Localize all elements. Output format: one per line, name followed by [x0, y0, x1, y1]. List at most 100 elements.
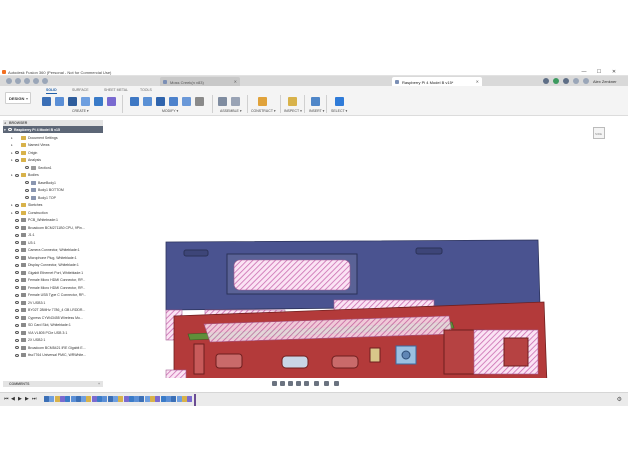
add-comment-icon[interactable]: + — [98, 382, 100, 386]
new-tab-icon[interactable] — [543, 77, 549, 84]
tab-solid[interactable]: SOLID — [46, 88, 57, 94]
visibility-eye-icon[interactable] — [25, 181, 29, 184]
new-joint-icon[interactable] — [218, 97, 227, 106]
inspect-menu[interactable]: INSPECT ▾ — [284, 109, 302, 113]
viewports-icon[interactable] — [334, 381, 339, 386]
timeline-feature-icon[interactable] — [171, 396, 177, 402]
browser-tree-item[interactable]: ▸ Named Views — [3, 142, 103, 150]
construct-menu[interactable]: CONSTRUCT ▾ — [251, 109, 276, 113]
shell-icon[interactable] — [169, 97, 178, 106]
timeline-feature-icon[interactable] — [102, 396, 108, 402]
browser-tree-item[interactable]: Female Micro HDMI Connector, RP... — [3, 277, 103, 285]
new-component-icon[interactable] — [42, 97, 51, 106]
help-icon[interactable] — [583, 77, 589, 84]
browser-tree-item[interactable]: BaseBody1 — [3, 179, 103, 187]
undo-icon[interactable] — [33, 77, 39, 84]
browser-tree-item[interactable]: Broadcom BCM5421 IRE Gigabit E... — [3, 344, 103, 352]
visibility-eye-icon[interactable] — [15, 286, 19, 289]
browser-tree-item[interactable]: SD Card Slot, Whiteblade:1 — [3, 322, 103, 330]
timeline-feature-icon[interactable] — [181, 396, 187, 402]
3d-viewport[interactable] — [104, 120, 618, 408]
timeline-feature-icon[interactable] — [176, 396, 182, 402]
look-at-icon[interactable] — [280, 381, 285, 386]
browser-tree-item[interactable]: Body1 TOP — [3, 194, 103, 202]
insert-menu[interactable]: INSERT ▾ — [309, 109, 324, 113]
skip-back-icon[interactable]: ⏮ — [4, 397, 9, 402]
timeline-marker[interactable] — [194, 394, 196, 406]
zoom-icon[interactable] — [296, 381, 301, 386]
browser-root-item[interactable]: ▾ Raspberry Pi 4 Model B v15 — [3, 126, 103, 133]
visibility-eye-icon[interactable] — [15, 271, 19, 274]
timeline-feature-icon[interactable] — [118, 396, 124, 402]
timeline-feature-icon[interactable] — [165, 396, 171, 402]
browser-tree-item[interactable]: Gigabit Ethernet Port, Whiteblade:1 — [3, 269, 103, 277]
browser-tree-item[interactable]: Female Micro HDMI Connector, RP... — [3, 284, 103, 292]
browser-tree-item[interactable]: J1:1 — [3, 232, 103, 240]
visibility-eye-icon[interactable] — [15, 158, 19, 162]
tab-moss-creek[interactable]: Moss Creek(n v83) ✕ — [160, 77, 240, 86]
display-settings-icon[interactable] — [314, 381, 319, 386]
visibility-eye-icon[interactable] — [15, 308, 19, 312]
timeline-feature-icon[interactable] — [97, 396, 102, 402]
timeline-feature-icon[interactable] — [160, 396, 166, 402]
visibility-eye-icon[interactable] — [8, 128, 12, 131]
tab-sheet-metal[interactable]: SHEET METAL — [104, 88, 128, 92]
expand-arrow-icon[interactable]: ▸ — [11, 143, 14, 147]
timeline-feature-icon[interactable] — [91, 396, 97, 402]
comments-panel[interactable]: COMMENTS + — [3, 381, 103, 387]
fit-icon[interactable] — [304, 381, 309, 386]
offset-plane-icon[interactable] — [258, 97, 267, 106]
expand-arrow-icon[interactable]: ▸ — [11, 136, 14, 140]
step-forward-icon[interactable]: ▶ — [25, 397, 29, 402]
press-pull-icon[interactable] — [130, 97, 139, 106]
timeline-feature-icon[interactable] — [54, 396, 60, 402]
visibility-eye-icon[interactable] — [15, 263, 19, 267]
expand-arrow-icon[interactable]: ▸ — [11, 211, 14, 215]
chamfer-icon[interactable] — [156, 97, 165, 106]
timeline-feature-icon[interactable] — [75, 396, 81, 402]
maximize-button[interactable]: ☐ — [595, 69, 603, 75]
visibility-eye-icon[interactable] — [15, 301, 19, 304]
timeline-feature-icon[interactable] — [155, 396, 161, 402]
skip-forward-icon[interactable]: ⏭ — [32, 397, 37, 402]
browser-tree-item[interactable]: ▸ Sketches — [3, 202, 103, 210]
visibility-eye-icon[interactable] — [15, 346, 19, 349]
collapse-icon[interactable]: ◂ — [4, 121, 6, 125]
browser-tree-item[interactable]: ▸ Analysis — [3, 157, 103, 165]
timeline-feature-icon[interactable] — [123, 396, 129, 402]
browser-tree-item[interactable]: BY02T 28MHz 7786_4 GB LRDDR... — [3, 307, 103, 315]
expand-arrow-icon[interactable]: ▸ — [11, 173, 14, 177]
visibility-eye-icon[interactable] — [15, 203, 19, 207]
visibility-eye-icon[interactable] — [25, 188, 29, 192]
extrude-icon[interactable] — [68, 97, 77, 106]
play-icon[interactable]: ▶ — [18, 397, 22, 402]
timeline-feature-icon[interactable] — [86, 396, 92, 402]
visibility-eye-icon[interactable] — [15, 211, 19, 214]
timeline-feature-icon[interactable] — [70, 396, 76, 402]
tab-raspberry-pi[interactable]: Raspberry Pi 4 Model B v15* ✕ — [392, 77, 482, 86]
pan-icon[interactable] — [288, 381, 293, 386]
timeline-feature-icon[interactable] — [144, 396, 150, 402]
fillet-icon[interactable] — [143, 97, 152, 106]
visibility-eye-icon[interactable] — [15, 338, 19, 342]
modify-menu[interactable]: MODIFY ▾ — [162, 109, 178, 113]
file-menu-icon[interactable] — [15, 77, 21, 84]
minimize-button[interactable]: — — [580, 69, 588, 75]
create-menu[interactable]: CREATE ▾ — [72, 109, 89, 113]
visibility-eye-icon[interactable] — [15, 316, 19, 319]
workspace-switcher[interactable]: DESIGN ▾ — [5, 92, 31, 104]
redo-icon[interactable] — [42, 77, 48, 84]
browser-tree-item[interactable]: Microphone Plug, Whiteblade:1 — [3, 254, 103, 262]
job-status-icon[interactable] — [563, 77, 569, 84]
browser-tree-item[interactable]: ▸ Construction — [3, 209, 103, 217]
tab-tools[interactable]: TOOLS — [140, 88, 152, 92]
visibility-eye-icon[interactable] — [15, 233, 19, 237]
visibility-eye-icon[interactable] — [15, 278, 19, 282]
visibility-eye-icon[interactable] — [15, 331, 19, 334]
revolve-icon[interactable] — [81, 97, 90, 106]
tab-surface[interactable]: SURFACE — [72, 88, 89, 92]
timeline-feature-icon[interactable] — [81, 396, 87, 402]
move-copy-icon[interactable] — [195, 97, 204, 106]
viewcube-widget[interactable]: SIDE — [590, 124, 608, 142]
visibility-eye-icon[interactable] — [15, 226, 19, 229]
